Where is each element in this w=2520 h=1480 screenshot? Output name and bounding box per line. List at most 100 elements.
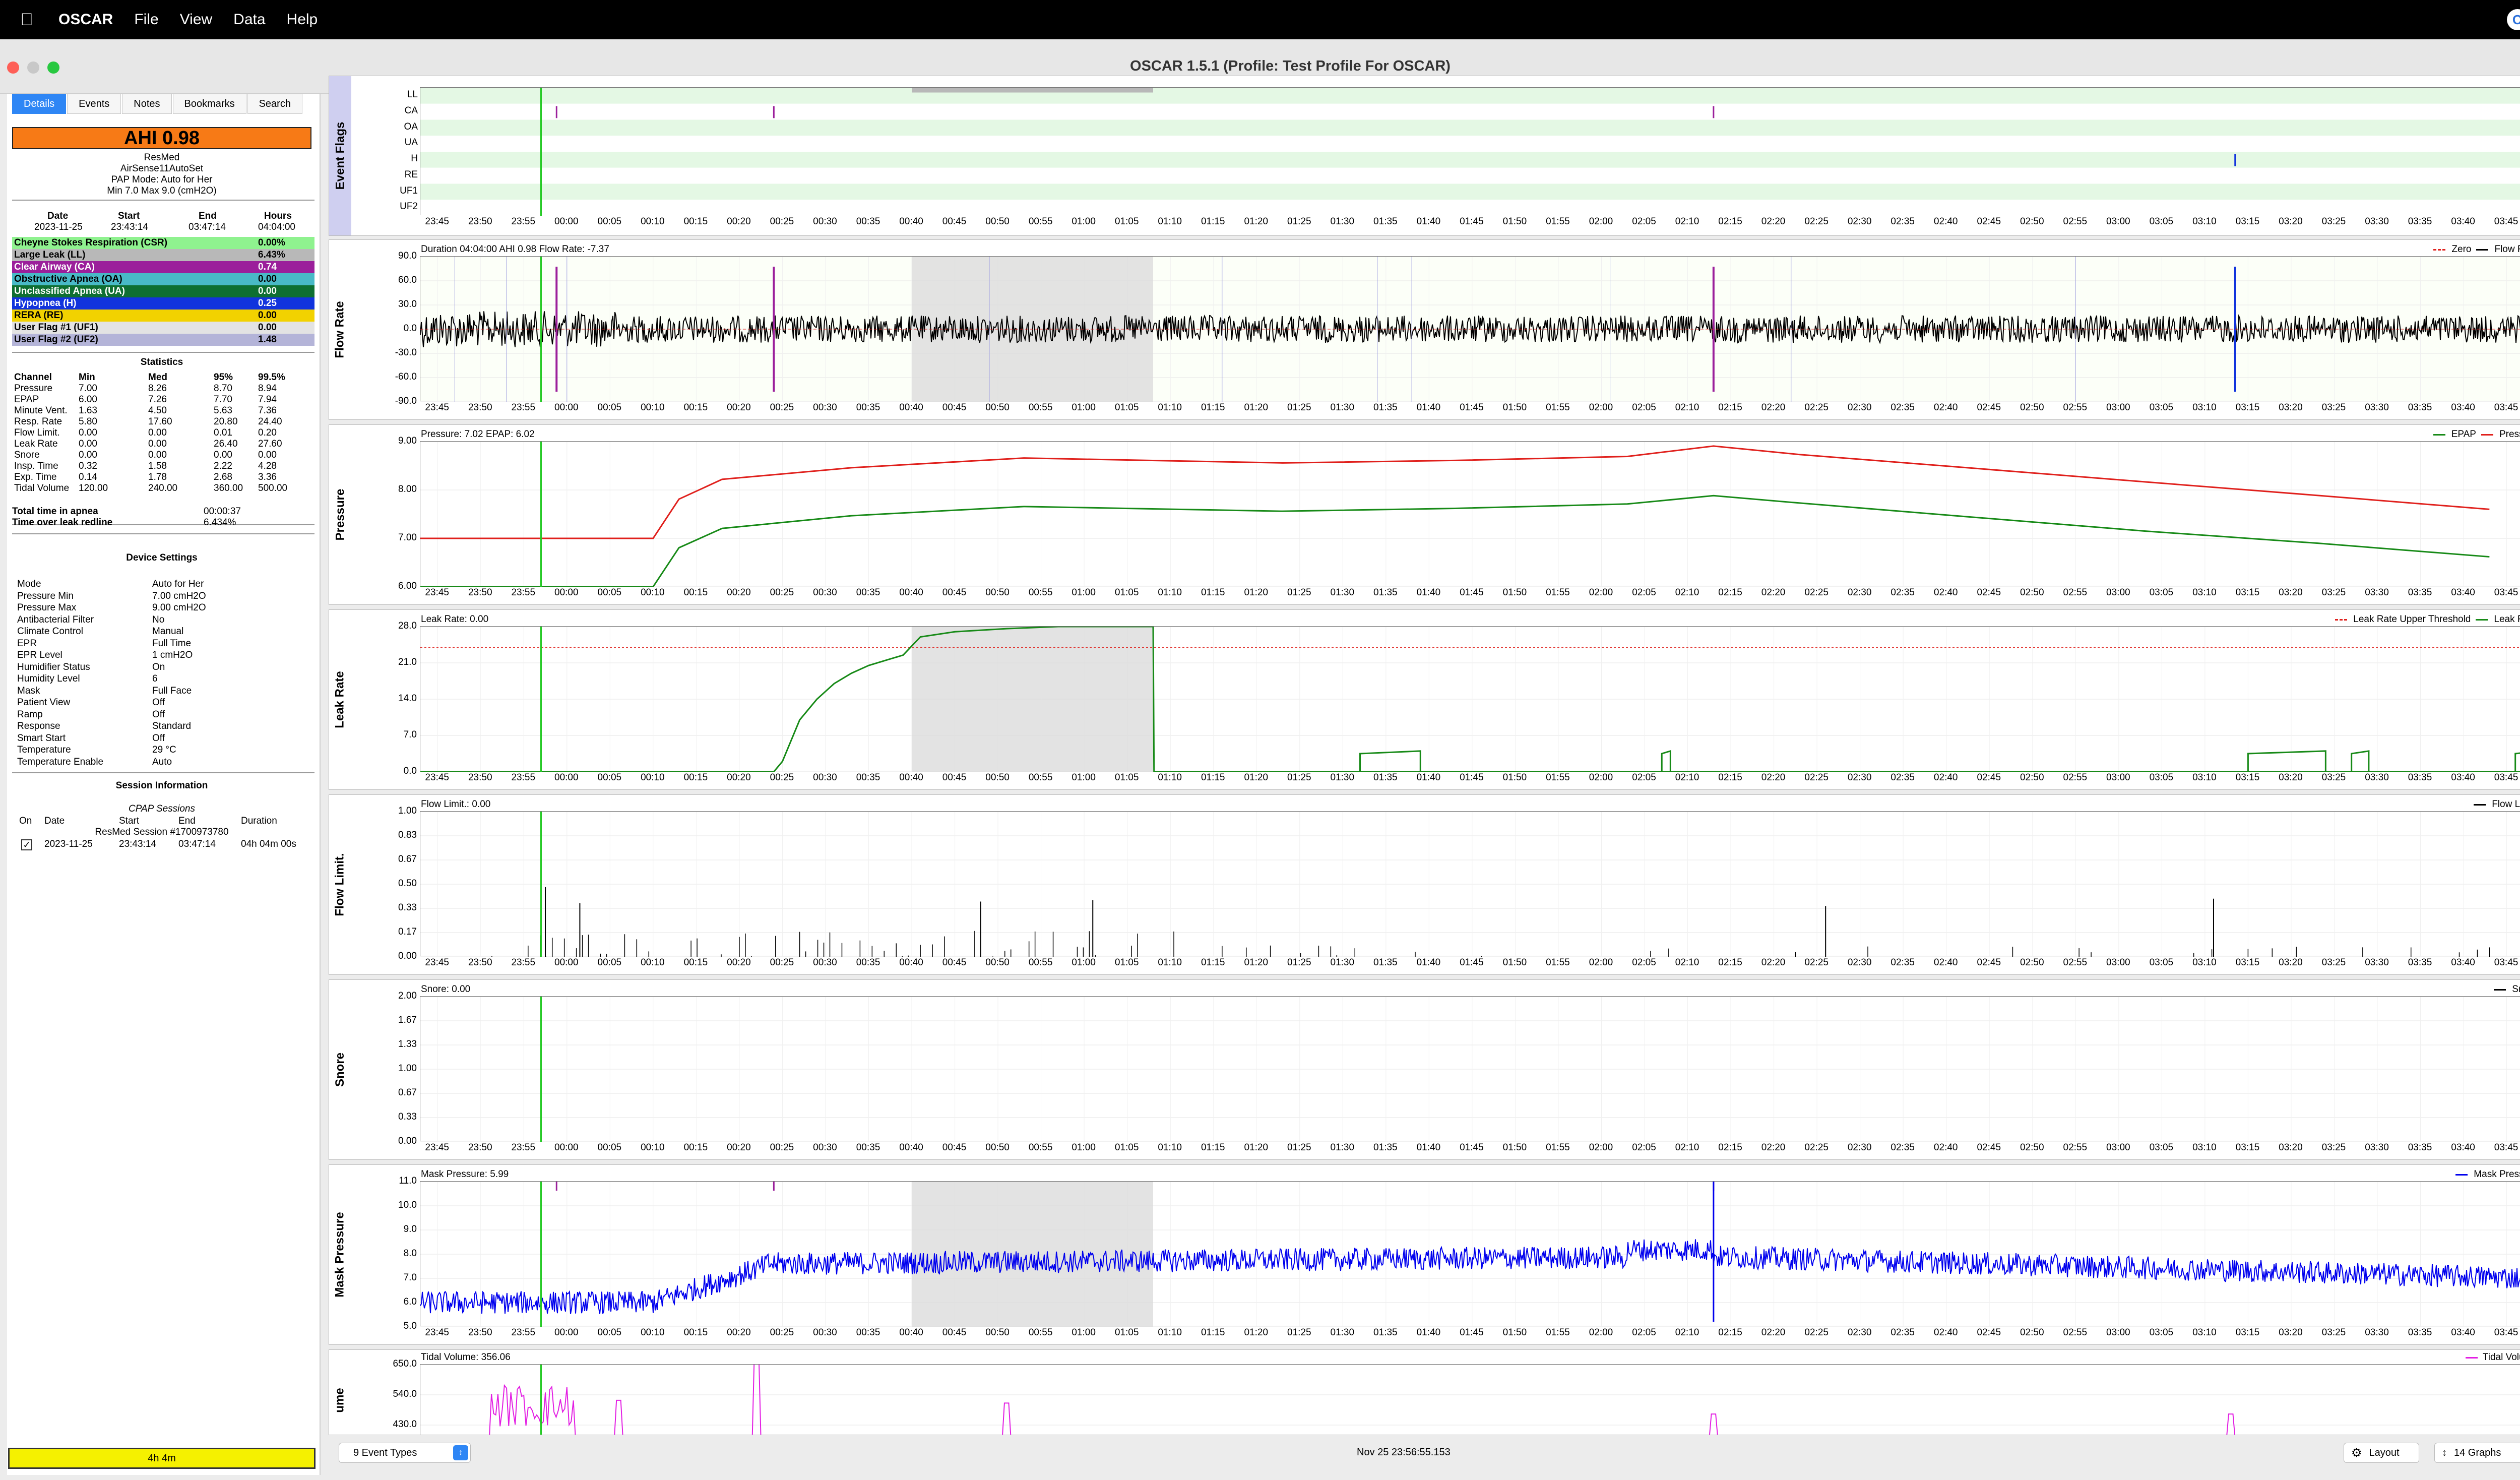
time-tick-label: 00:30: [813, 1327, 837, 1338]
time-tick-label: 03:40: [2451, 1327, 2475, 1338]
graph-canvas: [420, 627, 2520, 772]
time-tick-label: 03:20: [2279, 216, 2303, 227]
time-tick-label: 00:35: [856, 957, 880, 968]
graph-title: Duration 04:04:00 AHI 0.98 Flow Rate: -7…: [421, 244, 609, 255]
time-tick-label: 23:50: [468, 957, 492, 968]
event-index-row[interactable]: User Flag #2 (UF2) 1.48: [12, 334, 314, 346]
event-value: 0.25: [258, 298, 277, 309]
status-menu-icon[interactable]: O: [2507, 9, 2520, 30]
graph-event-flags[interactable]: Event Flags LL CA OA UA H RE UF1 UF2 23:45 23:50 23…: [329, 76, 2520, 236]
graph-plot-area[interactable]: [420, 441, 2520, 587]
session-checkbox[interactable]: ✓: [21, 839, 32, 850]
tab-bookmarks[interactable]: Bookmarks: [172, 94, 246, 114]
zoom-window-button[interactable]: [47, 61, 59, 74]
tab-search[interactable]: Search: [247, 94, 302, 114]
statistics-cell: 0.01: [214, 427, 232, 438]
close-window-button[interactable]: [7, 61, 19, 74]
time-tick-label: 02:20: [1761, 1142, 1786, 1153]
time-tick-label: 00:35: [856, 216, 880, 227]
time-tick-label: 00:15: [683, 216, 708, 227]
graph-plot-area[interactable]: [420, 256, 2520, 402]
time-tick-label: 03:10: [2192, 772, 2217, 783]
y-tick-label: -60.0: [395, 372, 417, 382]
event-index-row[interactable]: Unclassified Apnea (UA) 0.00: [12, 285, 314, 297]
time-tick-label: 02:55: [2063, 402, 2088, 413]
time-tick-label: 03:30: [2365, 772, 2389, 783]
graph-flowlimit[interactable]: Flow Limit. Flow Limit.: 0.00 Flow Limit. 1…: [329, 794, 2520, 975]
time-tick-label: 00:00: [554, 402, 579, 413]
menu-data[interactable]: Data: [233, 11, 265, 28]
time-tick-label: 02:10: [1675, 1327, 1699, 1338]
tab-details[interactable]: Details: [12, 94, 67, 114]
event-types-select[interactable]: 9 Event Types ↕: [339, 1443, 471, 1463]
time-tick-label: 00:30: [813, 957, 837, 968]
layout-button[interactable]: ⚙ Layout: [2344, 1443, 2419, 1463]
time-tick-label: 00:55: [1028, 216, 1053, 227]
time-tick-label: 02:00: [1589, 1327, 1613, 1338]
graph-leak[interactable]: Leak Rate Leak Rate: 0.00 Leak Rate Upper …: [329, 609, 2520, 790]
statistics-cell: 1.58: [148, 461, 167, 471]
time-tick-label: 00:00: [554, 957, 579, 968]
tab-events[interactable]: Events: [67, 94, 121, 114]
event-index-row[interactable]: User Flag #1 (UF1) 0.00: [12, 322, 314, 334]
menu-view[interactable]: View: [180, 11, 212, 28]
time-tick-label: 01:30: [1330, 772, 1355, 783]
time-tick-label: 00:00: [554, 587, 579, 598]
graph-plot-area[interactable]: [420, 811, 2520, 957]
time-tick-label: 02:25: [1804, 402, 1829, 413]
event-index-row[interactable]: Clear Airway (CA) 0.74: [12, 261, 314, 273]
time-tick-label: 02:50: [2020, 1142, 2044, 1153]
time-tick-label: 00:40: [899, 216, 923, 227]
graph-mask[interactable]: Mask Pressure Mask Pressure: 5.99 Mask Pre…: [329, 1164, 2520, 1345]
tab-notes[interactable]: Notes: [122, 94, 172, 114]
time-tick-label: 03:05: [2149, 402, 2174, 413]
time-tick-label: 03:30: [2365, 402, 2389, 413]
time-tick-label: 03:15: [2235, 772, 2260, 783]
menu-file[interactable]: File: [134, 11, 158, 28]
event-value: 0.00: [258, 322, 277, 333]
time-tick-label: 02:05: [1632, 216, 1656, 227]
menu-app-name[interactable]: OSCAR: [58, 11, 113, 28]
graph-plot-area[interactable]: [420, 996, 2520, 1142]
graphs-select[interactable]: ↕ 14 Graphs ↕: [2434, 1443, 2520, 1463]
minimize-window-button[interactable]: [27, 61, 39, 74]
menu-help[interactable]: Help: [287, 11, 318, 28]
time-tick-label: 02:00: [1589, 402, 1613, 413]
graph-plot-area[interactable]: [420, 626, 2520, 772]
event-index-row[interactable]: RERA (RE) 0.00: [12, 310, 314, 322]
event-index-row[interactable]: Cheyne Stokes Respiration (CSR) 0.00%: [12, 237, 314, 249]
time-tick-label: 00:40: [899, 957, 923, 968]
time-tick-label: 03:10: [2192, 587, 2217, 598]
graph-plot-area[interactable]: [420, 1364, 2520, 1435]
statistics-cell: Tidal Volume: [14, 483, 70, 494]
time-tick-label: 01:25: [1287, 1327, 1311, 1338]
time-tick-label: 01:50: [1502, 402, 1527, 413]
time-tick-label: 23:50: [468, 1327, 492, 1338]
time-tick-label: 01:55: [1546, 587, 1570, 598]
statistics-cell: 7.94: [258, 394, 277, 405]
time-tick-label: 00:05: [597, 772, 622, 783]
legend-label: Leak Rate: [2494, 614, 2520, 625]
graph-flow[interactable]: Flow Rate Duration 04:04:00 AHI 0.98 Flow…: [329, 239, 2520, 420]
graph-snore[interactable]: Snore Snore: 0.00 Snore 2.00 1.67 1.33 1.00 0.6…: [329, 979, 2520, 1160]
time-tick-label: 03:00: [2106, 1327, 2130, 1338]
time-tick-label: 02:15: [1718, 772, 1742, 783]
large-leak-span: [912, 627, 1153, 772]
legend-label: Tidal Volume: [2482, 1352, 2520, 1363]
graph-tidal[interactable]: ume Tidal Volume: 356.06 Tidal Volume 650.0…: [329, 1349, 2520, 1435]
time-tick-label: 03:25: [2321, 1327, 2346, 1338]
graph-plot-area[interactable]: [420, 87, 2520, 216]
time-tick-label: 01:50: [1502, 216, 1527, 227]
graph-pressure[interactable]: Pressure Pressure: 7.02 EPAP: 6.02 EPAP Pre…: [329, 424, 2520, 605]
event-index-row[interactable]: Obstructive Apnea (OA) 0.00: [12, 273, 314, 285]
event-index-row[interactable]: Hypopnea (H) 0.25: [12, 297, 314, 310]
graph-canvas: [420, 812, 2520, 957]
event-index-row[interactable]: Large Leak (LL) 6.43%: [12, 249, 314, 261]
apple-icon[interactable]: : [19, 10, 34, 29]
time-tick-label: 01:15: [1201, 1327, 1225, 1338]
graph-plot-area[interactable]: [420, 1181, 2520, 1327]
time-tick-label: 02:15: [1718, 957, 1742, 968]
time-tick-label: 00:35: [856, 587, 880, 598]
time-tick-label: 00:00: [554, 216, 579, 227]
statistics-cell: 0.14: [79, 472, 97, 482]
